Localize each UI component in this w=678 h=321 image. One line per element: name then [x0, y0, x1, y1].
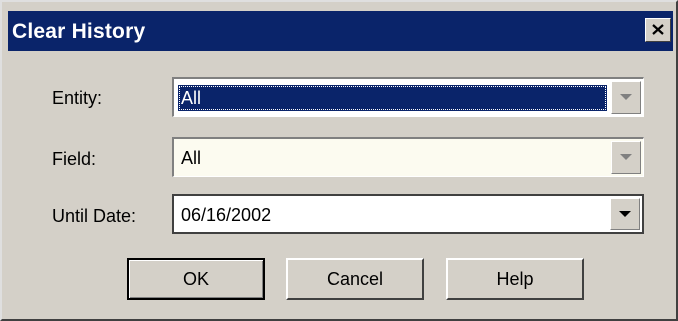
entity-value: All: [178, 85, 607, 111]
field-label: Field:: [52, 149, 97, 169]
entity-dropdown[interactable]: All: [172, 77, 644, 117]
entity-label: Entity:: [52, 88, 103, 108]
field-dropdown[interactable]: All: [172, 137, 644, 177]
chevron-down-icon: [620, 94, 632, 100]
cancel-button[interactable]: Cancel: [286, 258, 424, 300]
entity-dropdown-button[interactable]: [611, 81, 641, 114]
until-date-label: Until Date:: [52, 206, 137, 226]
chevron-down-icon: [620, 154, 632, 160]
field-value: All: [181, 148, 202, 168]
until-date-picker[interactable]: 06/16/2002: [172, 194, 644, 234]
clear-history-dialog: Clear History Entity: All Field: All Unt…: [0, 0, 678, 321]
until-date-value[interactable]: 06/16/2002: [178, 202, 606, 228]
until-date-dropdown-button[interactable]: [610, 198, 640, 230]
field-dropdown-button[interactable]: [611, 141, 641, 174]
window-title: Clear History: [12, 20, 146, 43]
help-button[interactable]: Help: [446, 258, 584, 300]
close-button[interactable]: [645, 18, 671, 42]
title-bar[interactable]: Clear History: [8, 11, 673, 51]
ok-button[interactable]: OK: [127, 258, 265, 300]
chevron-down-icon: [619, 211, 631, 217]
close-icon: [652, 24, 664, 35]
